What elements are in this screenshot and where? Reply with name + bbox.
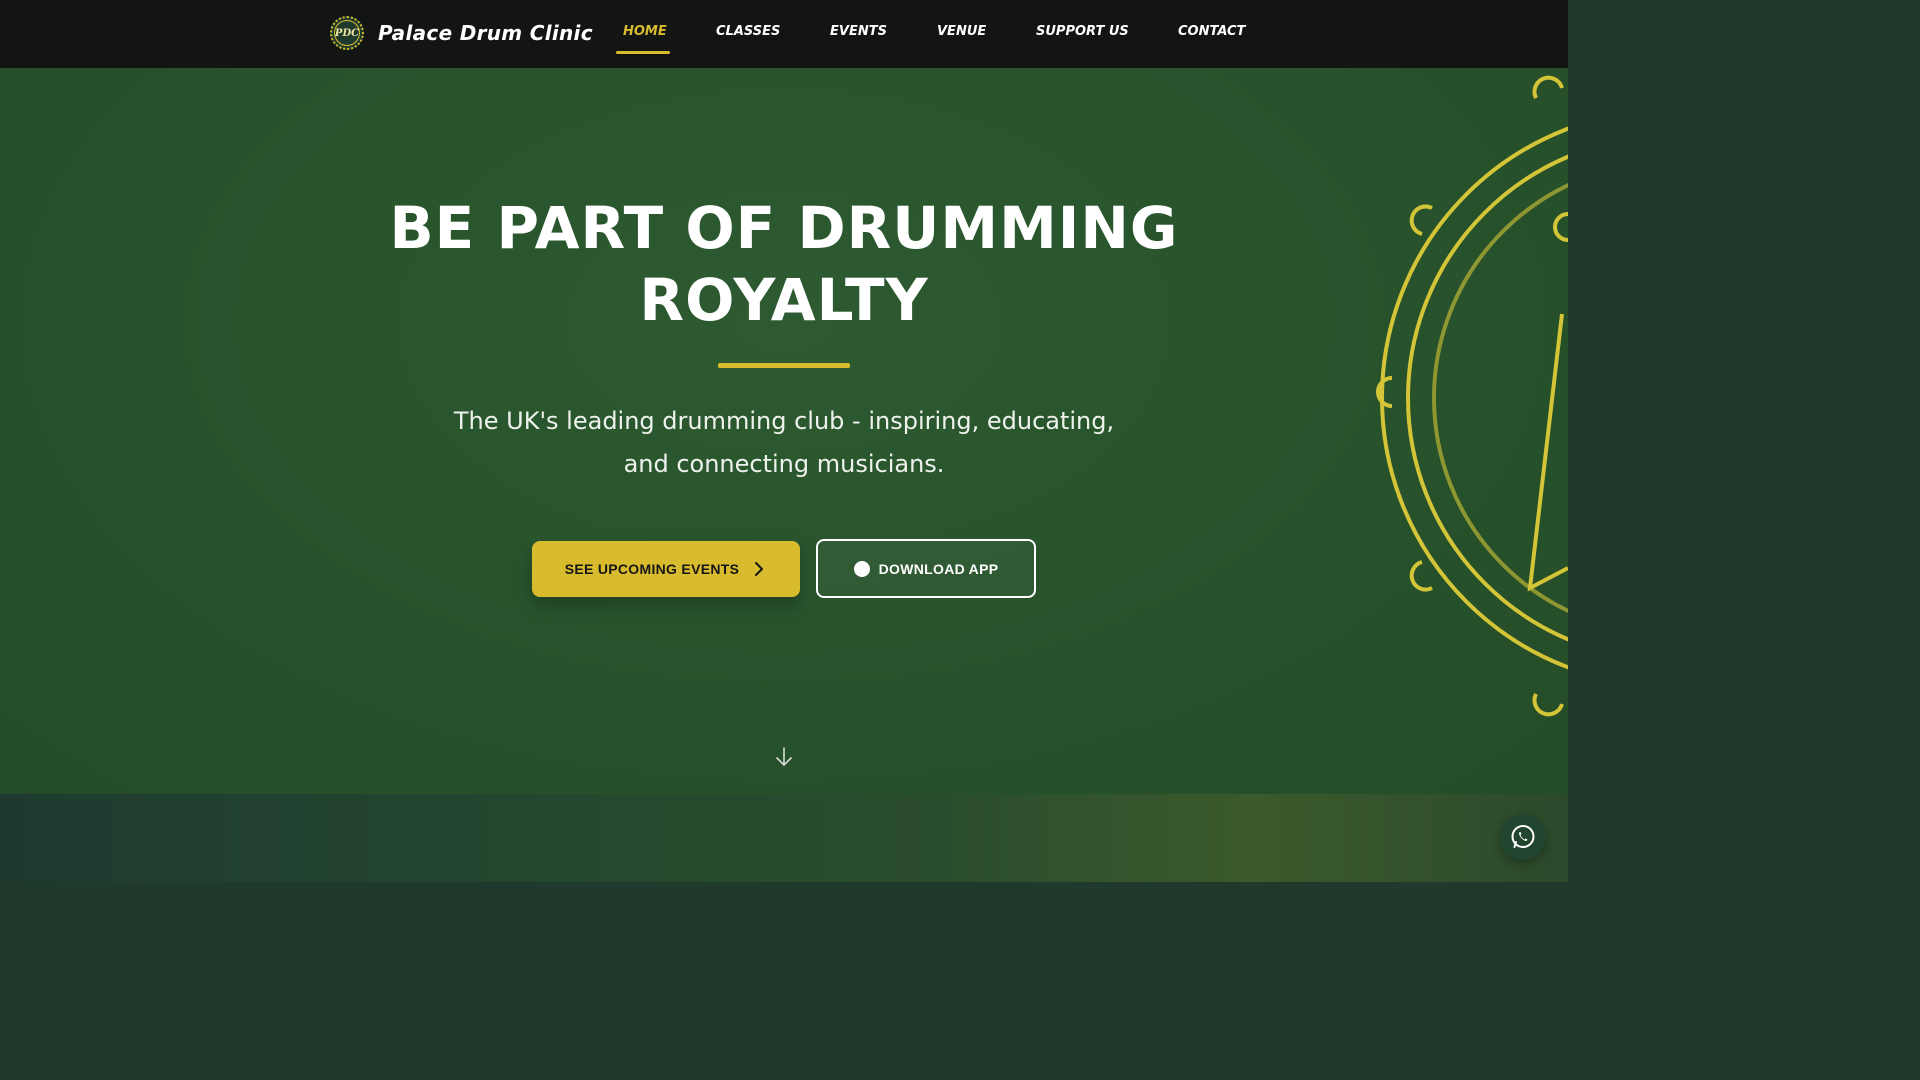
chevron-right-icon xyxy=(755,562,764,576)
next-section xyxy=(0,794,1568,882)
nav-item-contact[interactable]: CONTACT xyxy=(1178,24,1245,44)
nav-item-classes[interactable]: CLASSES xyxy=(716,24,780,44)
app-circle-icon xyxy=(853,560,870,577)
hero-section: BE PART OF DRUMMING ROYALTY The UK's lea… xyxy=(0,68,1568,794)
whatsapp-icon xyxy=(1511,825,1535,848)
hero-title-line-2: ROYALTY xyxy=(639,266,929,334)
nav-item-support-us[interactable]: SUPPORT US xyxy=(1036,24,1129,44)
brand-name[interactable]: Palace Drum Clinic xyxy=(378,21,593,45)
see-upcoming-events-label: SEE UPCOMING EVENTS xyxy=(564,561,740,577)
logo-icon[interactable]: PDC xyxy=(330,16,364,50)
download-app-button[interactable]: DOWNLOAD APP xyxy=(816,539,1036,598)
top-navbar: PDC Palace Drum Clinic HOME CLASSES EVEN… xyxy=(0,0,1568,68)
logo-text: PDC xyxy=(334,20,360,46)
nav-item-home[interactable]: HOME xyxy=(623,24,667,44)
hero-divider xyxy=(718,363,850,368)
hero-title: BE PART OF DRUMMING ROYALTY xyxy=(384,192,1184,336)
see-upcoming-events-button[interactable]: SEE UPCOMING EVENTS xyxy=(532,541,800,597)
arrow-down-icon[interactable] xyxy=(775,746,793,768)
hero-title-line-1: BE PART OF DRUMMING xyxy=(389,194,1179,262)
nav-item-venue[interactable]: VENUE xyxy=(937,24,986,44)
nav-item-events[interactable]: EVENTS xyxy=(830,24,887,44)
active-nav-indicator xyxy=(616,51,670,54)
download-app-label: DOWNLOAD APP xyxy=(878,560,999,577)
hero-subtitle: The UK's leading drumming club - inspiri… xyxy=(453,407,1115,478)
brand[interactable]: PDC Palace Drum Clinic xyxy=(330,16,593,50)
drum-emblem-icon xyxy=(1376,75,1568,717)
whatsapp-chat-button[interactable] xyxy=(1500,814,1546,860)
